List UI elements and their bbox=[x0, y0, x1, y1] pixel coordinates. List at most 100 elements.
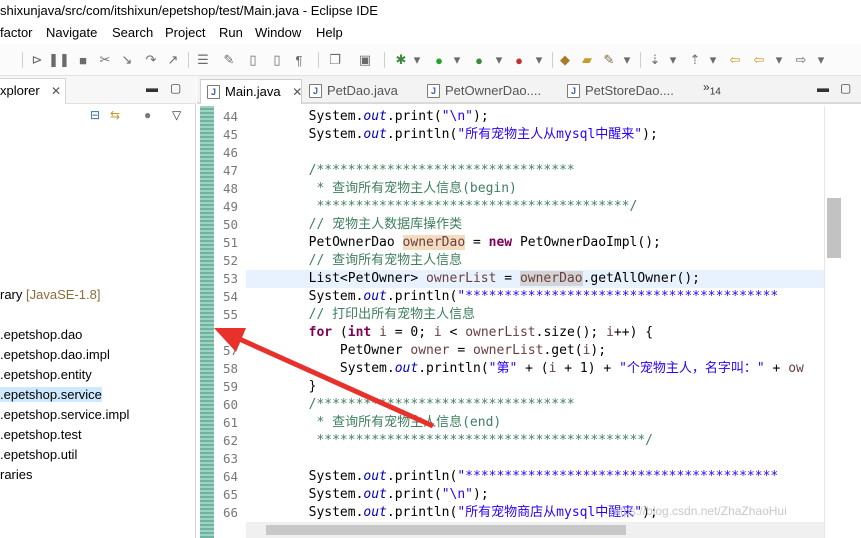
run-icon[interactable]: ● bbox=[430, 51, 448, 69]
next-edit-icon[interactable]: ⇣ bbox=[646, 51, 664, 69]
tab-petstoredao[interactable]: J PetStoreDao.... bbox=[561, 79, 691, 104]
horizontal-scroll-thumb[interactable] bbox=[266, 525, 626, 535]
code-line[interactable]: System.out.println("********************… bbox=[246, 288, 824, 306]
forward-icon[interactable]: ⇨ bbox=[792, 51, 810, 69]
code-line[interactable]: System.out.println("第" + (i + 1) + "个宠物主… bbox=[246, 360, 824, 378]
code-line[interactable]: List<PetOwner> ownerList = ownerDao.getA… bbox=[246, 270, 824, 288]
tree-item-package[interactable]: .epetshop.test bbox=[0, 427, 82, 442]
menu-navigate[interactable]: Navigate bbox=[46, 25, 97, 40]
prev-edit-dropdown-icon[interactable]: ▾ bbox=[704, 51, 722, 69]
prev-edit-icon[interactable]: ⇡ bbox=[686, 51, 704, 69]
vertical-scroll-thumb[interactable] bbox=[827, 198, 841, 258]
save-icon[interactable]: ▣ bbox=[356, 51, 374, 69]
search-tool-icon[interactable]: ✎ bbox=[600, 51, 618, 69]
collapse-all-icon[interactable]: ⊟ bbox=[90, 108, 100, 122]
step-over-icon[interactable]: ↷ bbox=[142, 51, 160, 69]
menu-window[interactable]: Window bbox=[255, 25, 301, 40]
menu-run[interactable]: Run bbox=[219, 25, 243, 40]
search-dropdown-icon[interactable]: ▾ bbox=[618, 51, 636, 69]
tree-item-suffix: [JavaSE-1.8] bbox=[26, 287, 101, 302]
code-line[interactable]: System.out.println("********************… bbox=[246, 468, 824, 486]
coverage-dropdown-icon[interactable]: ▾ bbox=[490, 51, 508, 69]
code-line[interactable]: // 查询所有宠物主人信息 bbox=[246, 252, 824, 270]
code-line[interactable]: * 查询所有宠物主人信息(begin) bbox=[246, 180, 824, 198]
code-token: ****************************************… bbox=[246, 199, 638, 214]
tree-item-package[interactable]: .epetshop.service.impl bbox=[0, 407, 129, 422]
tree-item-package-selected[interactable]: .epetshop.service bbox=[0, 387, 102, 402]
next-annotation-icon[interactable]: ▯ bbox=[244, 51, 262, 69]
tree-item-package[interactable]: .epetshop.util bbox=[0, 447, 77, 462]
debug-dropdown-icon[interactable]: ▾ bbox=[408, 51, 426, 69]
step-return-icon[interactable]: ↗ bbox=[164, 51, 182, 69]
menu-refactor[interactable]: factor bbox=[0, 25, 33, 40]
tab-petownerdao[interactable]: J PetOwnerDao.... bbox=[421, 79, 561, 104]
skip-breakpoints-icon[interactable]: ⊳ bbox=[28, 51, 46, 69]
code-token: out bbox=[363, 289, 387, 304]
code-line[interactable]: System.out.print("\n"); bbox=[246, 108, 824, 126]
minimize-icon[interactable]: ▬ bbox=[817, 81, 829, 95]
view-menu-icon[interactable]: ▽ bbox=[172, 108, 181, 122]
next-edit-dropdown-icon[interactable]: ▾ bbox=[664, 51, 682, 69]
close-icon[interactable]: ✕ bbox=[51, 79, 61, 103]
code-line[interactable] bbox=[246, 144, 824, 162]
step-filters-icon[interactable]: ☰ bbox=[194, 51, 212, 69]
maximize-icon[interactable]: ▢ bbox=[170, 81, 181, 95]
external-tools-icon[interactable]: ● bbox=[510, 51, 528, 69]
tab-package-explorer[interactable]: xplorer ✕ bbox=[0, 78, 66, 104]
code-line[interactable]: // 宠物主人数据库操作类 bbox=[246, 216, 824, 234]
horizontal-scrollbar[interactable] bbox=[246, 522, 824, 538]
forward-dropdown-icon[interactable]: ▾ bbox=[812, 51, 830, 69]
back-dropdown-icon[interactable]: ▾ bbox=[770, 51, 788, 69]
menu-project[interactable]: Project bbox=[165, 25, 205, 40]
coverage-icon[interactable]: ● bbox=[470, 51, 488, 69]
tree-item-jre-library[interactable]: rary [JavaSE-1.8] bbox=[0, 287, 100, 302]
code-line[interactable]: PetOwnerDao ownerDao = new PetOwnerDaoIm… bbox=[246, 234, 824, 252]
run-dropdown-icon[interactable]: ▾ bbox=[448, 51, 466, 69]
tree-item-package[interactable]: .epetshop.dao bbox=[0, 327, 82, 342]
new-icon[interactable]: ❐ bbox=[326, 51, 344, 69]
link-with-editor-icon[interactable]: ⇆ bbox=[110, 108, 120, 122]
disconnect-icon[interactable]: ✂ bbox=[96, 51, 114, 69]
code-line[interactable]: } bbox=[246, 378, 824, 396]
code-token: /********************************* bbox=[246, 163, 575, 178]
back-icon[interactable]: ⇦ bbox=[750, 51, 768, 69]
menu-search[interactable]: Search bbox=[112, 25, 153, 40]
tab-main-java[interactable]: J Main.java ✕ bbox=[200, 79, 302, 104]
tab-petdao-java[interactable]: J PetDao.java bbox=[303, 79, 419, 104]
open-type-icon[interactable]: ▰ bbox=[578, 51, 596, 69]
code-line[interactable]: ****************************************… bbox=[246, 198, 824, 216]
tab-overflow-button[interactable]: »14 bbox=[703, 80, 721, 97]
last-edit-location-icon[interactable]: ⇦ bbox=[726, 51, 744, 69]
tab-label: PetOwnerDao.... bbox=[445, 83, 542, 98]
focus-icon[interactable]: ● bbox=[144, 108, 151, 122]
code-line[interactable]: System.out.print("\n"); bbox=[246, 486, 824, 504]
new-java-package-icon[interactable]: ◆ bbox=[556, 51, 574, 69]
vertical-scrollbar[interactable] bbox=[824, 106, 861, 538]
code-area[interactable]: System.out.print("\n"); System.out.print… bbox=[246, 106, 824, 522]
code-line[interactable]: /********************************* bbox=[246, 162, 824, 180]
tree-item-libraries[interactable]: raries bbox=[0, 467, 33, 482]
code-line[interactable]: System.out.println("所有宠物主人从mysql中醒来"); bbox=[246, 126, 824, 144]
minimize-icon[interactable]: ▬ bbox=[146, 81, 158, 95]
tree-item-package[interactable]: .epetshop.dao.impl bbox=[0, 347, 110, 362]
tree-item-package[interactable]: .epetshop.entity bbox=[0, 367, 92, 382]
code-line[interactable] bbox=[246, 450, 824, 468]
code-line[interactable]: // 打印出所有宠物主人信息 bbox=[246, 306, 824, 324]
terminate-icon[interactable]: ■ bbox=[74, 51, 92, 69]
show-whitespace-icon[interactable]: ¶ bbox=[290, 51, 308, 69]
code-line[interactable]: * 查询所有宠物主人信息(end) bbox=[246, 414, 824, 432]
line-number: 61 bbox=[222, 415, 238, 430]
code-line[interactable]: ****************************************… bbox=[246, 432, 824, 450]
suspend-icon[interactable]: ❚❚ bbox=[48, 51, 70, 69]
external-tools-dropdown-icon[interactable]: ▾ bbox=[530, 51, 548, 69]
menu-help[interactable]: Help bbox=[316, 25, 343, 40]
prev-annotation-icon[interactable]: ▯ bbox=[268, 51, 286, 69]
step-into-icon[interactable]: ↘ bbox=[118, 51, 136, 69]
maximize-icon[interactable]: ▢ bbox=[840, 81, 851, 95]
code-line[interactable]: /********************************* bbox=[246, 396, 824, 414]
line-number: 58 bbox=[222, 361, 238, 376]
code-line[interactable]: for (int i = 0; i < ownerList.size(); i+… bbox=[246, 324, 824, 342]
code-line[interactable]: PetOwner owner = ownerList.get(i); bbox=[246, 342, 824, 360]
toggle-breakpoint-icon[interactable]: ✎ bbox=[220, 51, 238, 69]
close-icon[interactable]: ✕ bbox=[292, 85, 302, 99]
